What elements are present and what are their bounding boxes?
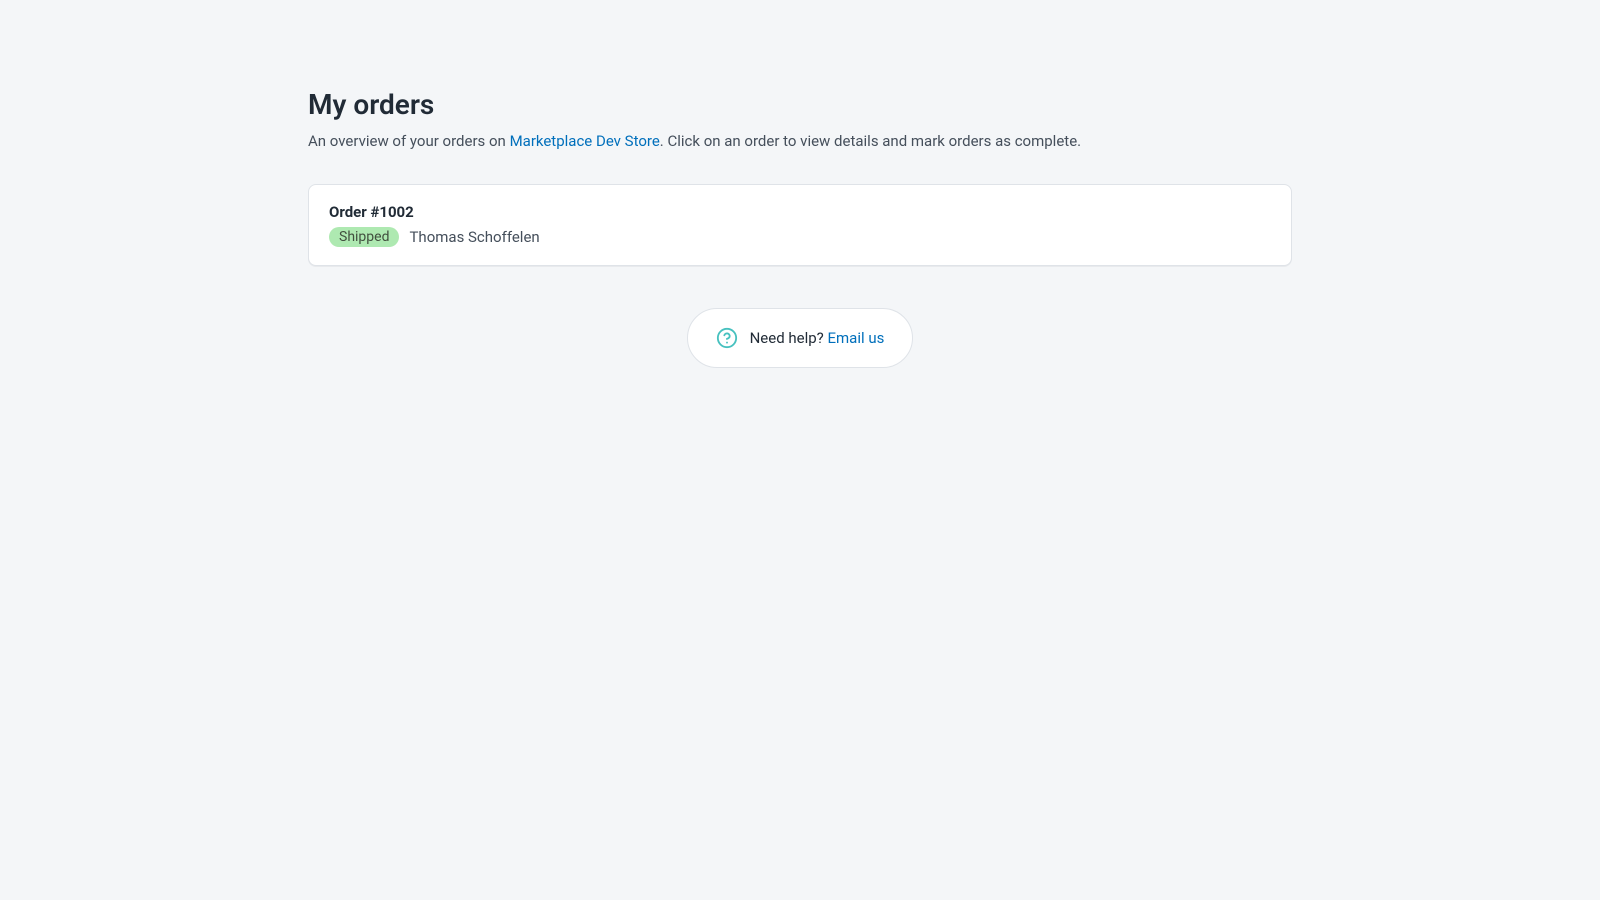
help-card: Need help? Email us: [687, 308, 914, 368]
page-title: My orders: [308, 88, 1292, 121]
order-title: Order #1002: [329, 203, 1271, 221]
page-subtitle: An overview of your orders on Marketplac…: [308, 131, 1292, 152]
order-row: Shipped Thomas Schoffelen: [329, 227, 1271, 247]
help-email-link[interactable]: Email us: [828, 329, 885, 347]
customer-name: Thomas Schoffelen: [409, 228, 539, 246]
store-link[interactable]: Marketplace Dev Store: [510, 132, 660, 150]
status-badge: Shipped: [329, 227, 399, 247]
help-text: Need help? Email us: [750, 329, 885, 347]
subtitle-prefix: An overview of your orders on: [308, 132, 510, 150]
order-card[interactable]: Order #1002 Shipped Thomas Schoffelen: [308, 184, 1292, 266]
help-question-icon: [716, 327, 738, 349]
subtitle-suffix: . Click on an order to view details and …: [660, 132, 1081, 150]
help-prompt: Need help?: [750, 329, 828, 347]
